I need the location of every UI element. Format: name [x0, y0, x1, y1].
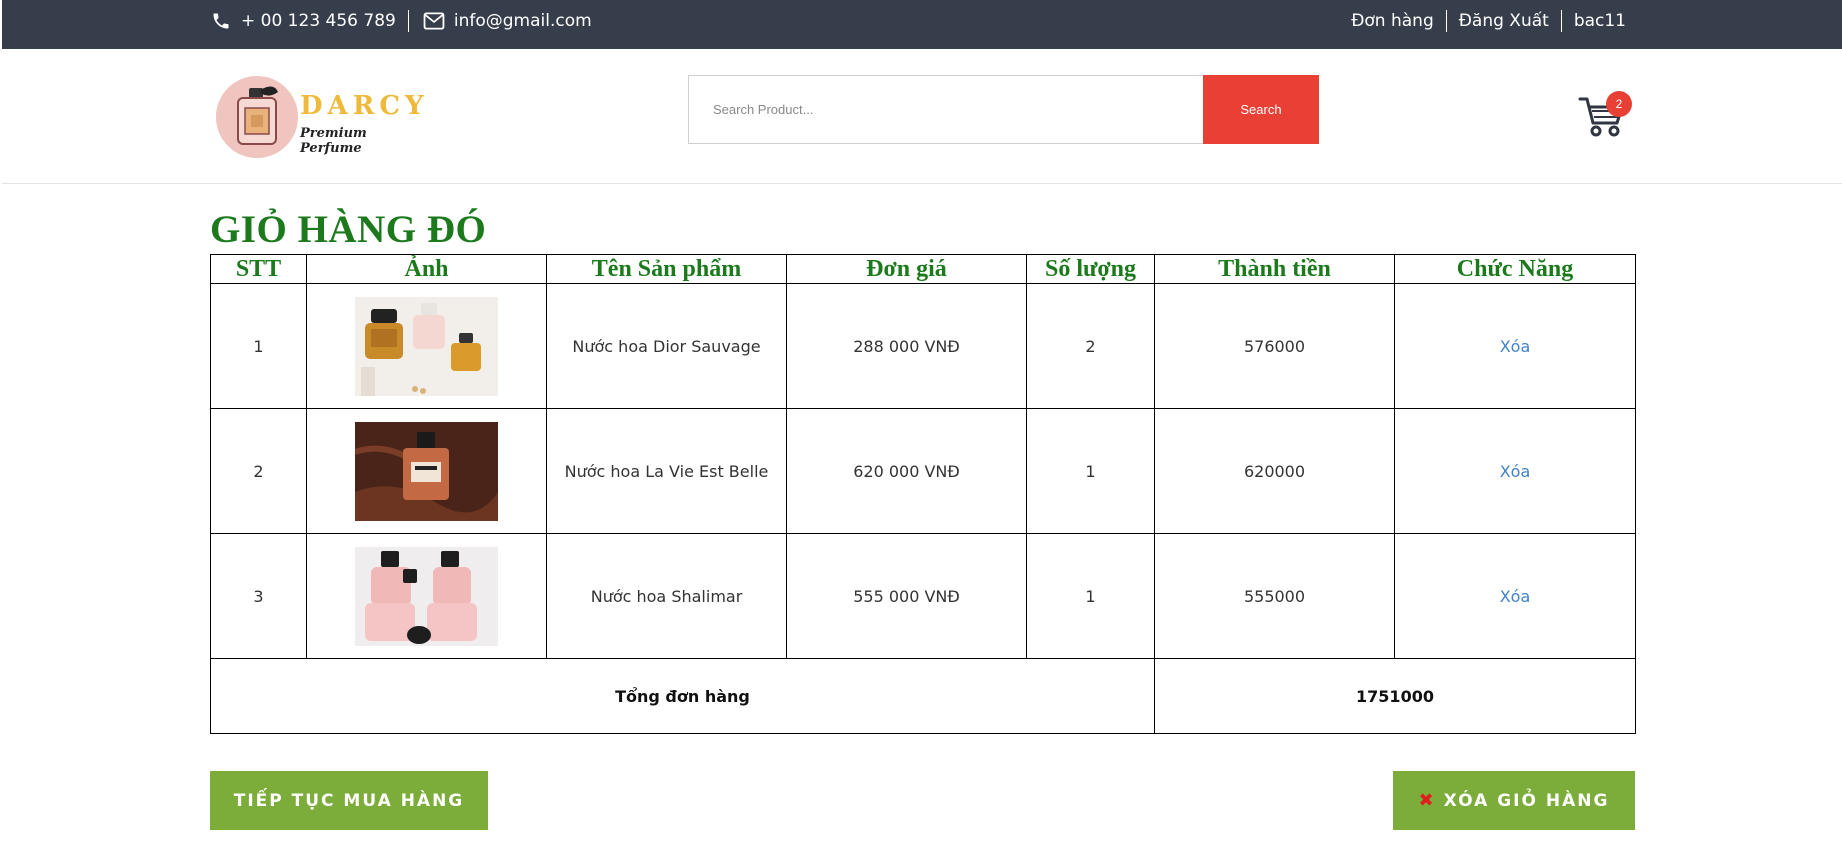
row-product-name: Nước hoa La Vie Est Belle: [546, 408, 787, 534]
column-header-subtotal: Thành tiền: [1154, 254, 1395, 284]
search-button[interactable]: Search: [1203, 75, 1319, 144]
username-link[interactable]: bac11: [1574, 11, 1626, 31]
row-quantity: 2: [1026, 283, 1155, 409]
row-subtotal: 620000: [1154, 408, 1395, 534]
table-header-row: STT Ảnh Tên Sản phẩm Đơn giá Số lượng Th…: [210, 254, 1636, 284]
search-input[interactable]: [688, 75, 1203, 144]
column-header-product-name: Tên Sản phẩm: [546, 254, 787, 284]
cart-button[interactable]: 2: [1578, 91, 1634, 137]
column-header-image: Ảnh: [306, 254, 547, 284]
envelope-icon: [423, 10, 445, 32]
close-icon: ✖: [1418, 790, 1436, 811]
row-subtotal: 555000: [1154, 533, 1395, 659]
email-item: info@gmail.com: [423, 10, 592, 32]
row-subtotal: 576000: [1154, 283, 1395, 409]
row-stt: 2: [210, 408, 307, 534]
total-row: Tổng đơn hàng 1751000: [210, 658, 1636, 734]
logout-link[interactable]: Đăng Xuất: [1459, 11, 1549, 31]
column-header-quantity: Số lượng: [1026, 254, 1155, 284]
delete-item-link[interactable]: Xóa: [1500, 337, 1531, 356]
search-bar: Search: [688, 75, 1319, 144]
table-row: 3 Nước hoa Shalimar 555 000 VNĐ 1 555000: [210, 533, 1636, 659]
divider: [1445, 10, 1447, 32]
column-header-stt: STT: [210, 254, 307, 284]
account-links: Đơn hàng Đăng Xuất bac11: [1351, 0, 1626, 42]
table-row: 2 Nước hoa La Vie Est Belle 620 000 VNĐ …: [210, 408, 1636, 534]
total-value: 1751000: [1154, 658, 1636, 734]
contact-info: + 00 123 456 789 info@gmail.com: [210, 0, 592, 42]
row-quantity: 1: [1026, 533, 1155, 659]
delete-item-link[interactable]: Xóa: [1500, 587, 1531, 606]
continue-shopping-label: TIẾP TỤC MUA HÀNG: [233, 790, 465, 811]
product-image: [355, 546, 498, 646]
row-product-name: Nước hoa Dior Sauvage: [546, 283, 787, 409]
table-row: 1 Nước hoa Dior Sauvage 288 000 VNĐ 2 57…: [210, 283, 1636, 409]
continue-shopping-button[interactable]: TIẾP TỤC MUA HÀNG: [210, 771, 488, 830]
total-label: Tổng đơn hàng: [210, 658, 1155, 734]
row-unit-price: 555 000 VNĐ: [786, 533, 1027, 659]
top-bar: + 00 123 456 789 info@gmail.com Đơn hàng…: [2, 0, 1842, 49]
row-product-name: Nước hoa Shalimar: [546, 533, 787, 659]
row-stt: 3: [210, 533, 307, 659]
orders-link[interactable]: Đơn hàng: [1351, 11, 1434, 31]
cart-table: STT Ảnh Tên Sản phẩm Đơn giá Số lượng Th…: [210, 254, 1636, 734]
brand-logo[interactable]: DARCY Premium Perfume: [212, 75, 424, 160]
row-quantity: 1: [1026, 408, 1155, 534]
row-stt: 1: [210, 283, 307, 409]
brand-name: DARCY: [300, 91, 429, 121]
row-actions: Xóa: [1394, 408, 1636, 534]
row-actions: Xóa: [1394, 283, 1636, 409]
product-image: [355, 296, 498, 396]
row-unit-price: 620 000 VNĐ: [786, 408, 1027, 534]
delete-item-link[interactable]: Xóa: [1500, 462, 1531, 481]
product-image-cell: [306, 533, 547, 659]
phone-item: + 00 123 456 789: [210, 10, 396, 32]
clear-cart-button[interactable]: ✖ XÓA GIỎ HÀNG: [1393, 771, 1635, 830]
site-header: DARCY Premium Perfume Search 2: [2, 49, 1842, 184]
brand-tagline: Premium Perfume: [300, 126, 367, 156]
divider: [1560, 10, 1562, 32]
column-header-unit-price: Đơn giá: [786, 254, 1027, 284]
cart-count-badge: 2: [1606, 91, 1632, 117]
page-title: GIỎ HÀNG ĐÓ: [210, 208, 487, 251]
row-unit-price: 288 000 VNĐ: [786, 283, 1027, 409]
column-header-actions: Chức Năng: [1394, 254, 1636, 284]
clear-cart-label: XÓA GIỎ HÀNG: [1443, 790, 1610, 811]
divider: [407, 10, 409, 32]
email-address[interactable]: info@gmail.com: [454, 11, 592, 31]
product-image-cell: [306, 408, 547, 534]
row-actions: Xóa: [1394, 533, 1636, 659]
cart-icon: [1578, 97, 1626, 141]
product-image-cell: [306, 283, 547, 409]
phone-icon: [210, 10, 232, 32]
perfume-bottle-logo-icon: [216, 76, 298, 158]
product-image: [355, 421, 498, 521]
phone-number: + 00 123 456 789: [241, 11, 396, 31]
